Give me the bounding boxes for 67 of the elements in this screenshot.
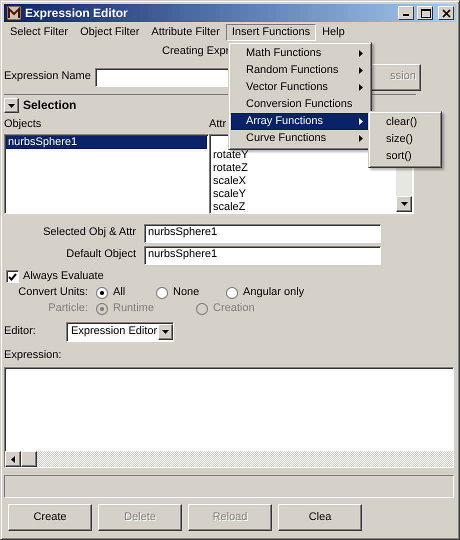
menu-item[interactable]: size() xyxy=(371,131,439,148)
left-arrow-icon xyxy=(11,456,15,462)
menu-item[interactable]: Help xyxy=(316,24,351,42)
menu-item[interactable]: Math Functions xyxy=(231,45,369,62)
heading-text: Creating Expr xyxy=(162,45,230,59)
minimize-button[interactable] xyxy=(398,6,414,20)
menu-item[interactable]: Random Functions xyxy=(231,62,369,79)
radio-button[interactable] xyxy=(156,287,168,299)
menu-item[interactable]: clear() xyxy=(371,114,439,131)
collapse-toggle[interactable] xyxy=(4,98,19,113)
field-label: Selected Obj & Attr xyxy=(43,226,136,238)
radio-label: None xyxy=(173,286,200,300)
list-item[interactable]: nurbsSphere1 xyxy=(6,136,207,149)
caret-icon xyxy=(162,330,169,334)
list-label: Attr xyxy=(209,118,226,130)
triangle-icon xyxy=(7,102,16,110)
list-item[interactable]: scaleZ xyxy=(211,201,248,213)
menu-item[interactable]: Curve Functions xyxy=(231,130,369,147)
dialog-button[interactable]: Create xyxy=(8,504,92,531)
app-icon xyxy=(6,5,22,21)
menu-item[interactable]: Array Functions xyxy=(231,113,369,130)
radio-group-label: Particle: xyxy=(48,302,88,314)
list-label: Objects xyxy=(4,118,42,130)
menu-item[interactable]: Conversion Functions xyxy=(231,96,369,113)
radio-button[interactable] xyxy=(226,287,238,299)
menu-item[interactable]: sort() xyxy=(371,148,439,165)
radio-button[interactable] xyxy=(96,287,108,299)
submenu-arrow-icon xyxy=(359,118,363,125)
list-item[interactable]: scaleX xyxy=(211,175,248,188)
text-field[interactable]: nurbsSphere1 xyxy=(144,224,381,242)
maximize-button[interactable] xyxy=(417,6,433,20)
submenu-arrow-icon xyxy=(359,67,363,74)
scroll-thumb[interactable] xyxy=(21,451,37,467)
list-item[interactable]: rotateY xyxy=(211,149,250,162)
menu-item[interactable]: Object Filter xyxy=(74,24,146,42)
submenu-arrow-icon xyxy=(359,50,363,57)
list-item[interactable]: rotateZ xyxy=(211,162,250,175)
text-field[interactable]: nurbsSphere1 xyxy=(144,246,381,264)
menu-item[interactable]: Insert Functions xyxy=(226,24,316,42)
radio-label: Runtime xyxy=(113,302,154,316)
field-label: Expression Name xyxy=(4,70,91,84)
submenu-arrow-icon xyxy=(359,135,363,142)
radio-group-label: Convert Units: xyxy=(18,286,88,298)
checkbox[interactable] xyxy=(6,270,19,283)
menu-item[interactable]: Attribute Filter xyxy=(145,24,226,42)
list-item[interactable]: scaleY xyxy=(211,188,248,201)
submenu-arrow-icon xyxy=(359,84,363,91)
field-label: Default Object xyxy=(66,248,136,260)
close-button[interactable] xyxy=(438,6,454,20)
down-arrow-icon xyxy=(400,202,408,206)
window-title: Expression Editor xyxy=(25,6,128,20)
scroll-left-button[interactable] xyxy=(5,451,21,467)
close-icon xyxy=(440,6,452,20)
menu-item[interactable]: Select Filter xyxy=(4,24,74,42)
radio-label: Creation xyxy=(213,302,255,316)
expression-text-area[interactable] xyxy=(4,367,454,468)
scroll-down-button[interactable] xyxy=(396,196,412,212)
minimize-icon xyxy=(403,14,409,16)
section-title: Selection xyxy=(23,98,76,113)
editor-dropdown[interactable]: Expression Editor xyxy=(66,322,174,342)
field-label: Editor: xyxy=(4,325,36,338)
checkbox-label: Always Evaluate xyxy=(23,270,104,284)
dialog-button[interactable]: Clea xyxy=(278,504,362,531)
radio-label: All xyxy=(113,286,126,300)
menu-item[interactable]: Vector Functions xyxy=(231,79,369,96)
radio-label: Angular only xyxy=(243,286,304,300)
field-label: Expression: xyxy=(4,349,62,361)
